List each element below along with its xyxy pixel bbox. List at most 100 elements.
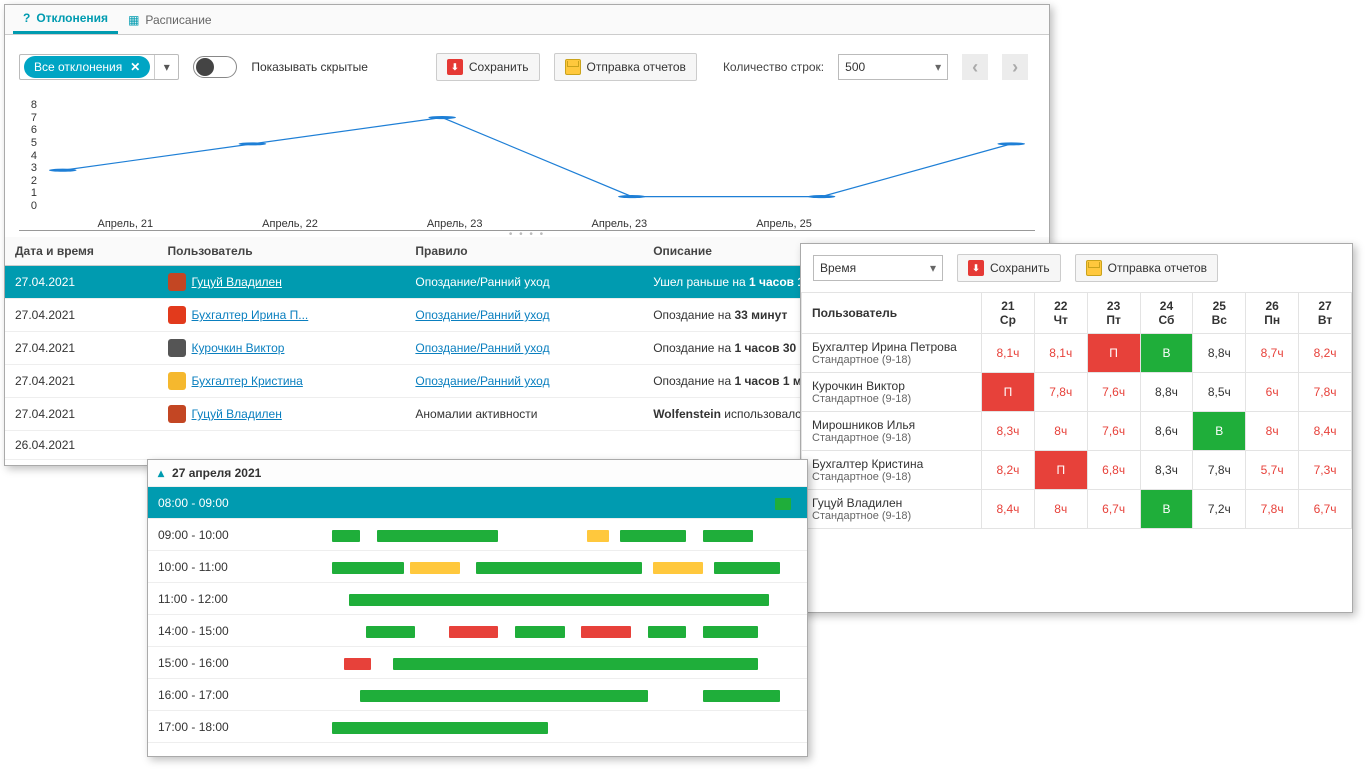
timeline-row[interactable]: 08:00 - 09:00 — [148, 487, 807, 519]
cell-day[interactable]: 8,3ч — [982, 412, 1035, 451]
rule-link[interactable]: Опоздание/Ранний уход — [415, 374, 549, 388]
cell-day[interactable]: 8,3ч — [1140, 451, 1193, 490]
show-hidden-toggle[interactable] — [193, 56, 237, 78]
cell-day[interactable]: 8ч — [1246, 412, 1299, 451]
col-user[interactable]: Пользователь — [158, 237, 406, 266]
cell-day[interactable]: 8,6ч — [1140, 412, 1193, 451]
cell-day[interactable]: П — [982, 373, 1035, 412]
timeline-row[interactable]: 15:00 - 16:00 — [148, 647, 807, 679]
cell-day[interactable]: 8,4ч — [982, 490, 1035, 529]
cell-day[interactable]: В — [1140, 334, 1193, 373]
cell-day[interactable]: 8,8ч — [1193, 334, 1246, 373]
user-link[interactable]: Гуцуй Владилен — [192, 275, 282, 289]
cell-day[interactable]: 7,3ч — [1299, 451, 1352, 490]
cell-rule: Опоздание/Ранний уход — [405, 299, 643, 332]
rows-select[interactable]: 500 ▾ — [838, 54, 948, 80]
tab-schedule[interactable]: ▦ Расписание — [118, 5, 222, 34]
cell-day[interactable]: 7,8ч — [1299, 373, 1352, 412]
col-day[interactable]: 27Вт — [1299, 293, 1352, 334]
chevron-down-icon[interactable]: ▾ — [154, 55, 178, 79]
col-day[interactable]: 22Чт — [1034, 293, 1087, 334]
cell-day[interactable]: П — [1034, 451, 1087, 490]
user-link[interactable]: Курочкин Виктор — [192, 341, 285, 355]
cell-day[interactable]: 7,2ч — [1193, 490, 1246, 529]
user-link[interactable]: Гуцуй Владилен — [192, 407, 282, 421]
timeline-track — [244, 654, 797, 672]
cell-day[interactable]: П — [1087, 334, 1140, 373]
save-button[interactable]: ⬇ Сохранить — [436, 53, 540, 81]
timeline-segment — [620, 530, 686, 542]
cell-user: Бухгалтер Кристина — [158, 365, 406, 398]
cell-day[interactable]: 6,7ч — [1299, 490, 1352, 529]
cell-day[interactable]: 8,5ч — [1193, 373, 1246, 412]
timeline-segment — [476, 562, 642, 574]
timeline-row[interactable]: 16:00 - 17:00 — [148, 679, 807, 711]
cell-user: Бухгалтер Ирина ПетроваСтандартное (9-18… — [802, 334, 982, 373]
cell-day[interactable]: 8,8ч — [1140, 373, 1193, 412]
cell-day[interactable]: 8ч — [1034, 490, 1087, 529]
cell-day[interactable]: 7,8ч — [1034, 373, 1087, 412]
cell-day[interactable]: 8,4ч — [1299, 412, 1352, 451]
col-user[interactable]: Пользователь — [802, 293, 982, 334]
chart-plot-area — [43, 101, 1031, 212]
col-day[interactable]: 26Пн — [1246, 293, 1299, 334]
timeline-row[interactable]: 09:00 - 10:00 — [148, 519, 807, 551]
filter-chip[interactable]: Все отклонения ✕ — [24, 56, 150, 78]
timeline-date-header[interactable]: ▴ 27 апреля 2021 — [148, 460, 807, 487]
cell-rule: Опоздание/Ранний уход — [405, 332, 643, 365]
page-prev-button[interactable]: ‹ — [962, 54, 988, 80]
schedule-send-button[interactable]: Отправка отчетов — [1075, 254, 1218, 282]
user-link[interactable]: Бухгалтер Кристина — [192, 374, 303, 388]
cell-day[interactable]: 6,7ч — [1087, 490, 1140, 529]
timeline-row[interactable]: 14:00 - 15:00 — [148, 615, 807, 647]
cell-day[interactable]: 8,2ч — [1299, 334, 1352, 373]
col-date[interactable]: Дата и время — [5, 237, 158, 266]
cell-day[interactable]: 8,1ч — [982, 334, 1035, 373]
table-row[interactable]: Гуцуй ВладиленСтандартное (9-18)8,4ч8ч6,… — [802, 490, 1352, 529]
timeline-row[interactable]: 17:00 - 18:00 — [148, 711, 807, 743]
page-next-button[interactable]: › — [1002, 54, 1028, 80]
tab-deviations[interactable]: ? Отклонения — [13, 5, 118, 34]
cell-day[interactable]: 8ч — [1034, 412, 1087, 451]
schedule-save-button[interactable]: ⬇ Сохранить — [957, 254, 1061, 282]
table-row[interactable]: Мирошников ИльяСтандартное (9-18)8,3ч8ч7… — [802, 412, 1352, 451]
avatar-icon — [168, 306, 186, 324]
cell-user: Гуцуй Владилен — [158, 398, 406, 431]
timeline-segment — [410, 562, 460, 574]
timeline-label: 15:00 - 16:00 — [158, 656, 238, 670]
col-day[interactable]: 25Вс — [1193, 293, 1246, 334]
cell-day[interactable]: 8,7ч — [1246, 334, 1299, 373]
cell-day[interactable]: 8,1ч — [1034, 334, 1087, 373]
schedule-mode-select[interactable]: Время ▾ — [813, 255, 943, 281]
table-row[interactable]: Бухгалтер КристинаСтандартное (9-18)8,2ч… — [802, 451, 1352, 490]
user-link[interactable]: Бухгалтер Ирина П... — [192, 308, 309, 322]
close-icon[interactable]: ✕ — [130, 60, 140, 74]
cell-day[interactable]: 6,8ч — [1087, 451, 1140, 490]
toolbar: Все отклонения ✕ ▾ Показывать скрытые ⬇ … — [5, 35, 1049, 99]
cell-day[interactable]: 5,7ч — [1246, 451, 1299, 490]
col-rule[interactable]: Правило — [405, 237, 643, 266]
timeline-segment — [449, 626, 499, 638]
timeline-row[interactable]: 10:00 - 11:00 — [148, 551, 807, 583]
cell-day[interactable]: 7,6ч — [1087, 373, 1140, 412]
table-row[interactable]: Курочкин ВикторСтандартное (9-18)П7,8ч7,… — [802, 373, 1352, 412]
cell-day[interactable]: В — [1140, 490, 1193, 529]
cell-day[interactable]: 6ч — [1246, 373, 1299, 412]
cell-day[interactable]: 8,2ч — [982, 451, 1035, 490]
col-day[interactable]: 24Сб — [1140, 293, 1193, 334]
send-reports-button[interactable]: Отправка отчетов — [554, 53, 697, 81]
cell-day[interactable]: 7,6ч — [1087, 412, 1140, 451]
filter-select[interactable]: Все отклонения ✕ ▾ — [19, 54, 179, 80]
rule-link[interactable]: Опоздание/Ранний уход — [415, 308, 549, 322]
rule-link[interactable]: Опоздание/Ранний уход — [415, 341, 549, 355]
col-day[interactable]: 21Ср — [982, 293, 1035, 334]
cell-day[interactable]: 7,8ч — [1193, 451, 1246, 490]
cell-day[interactable]: В — [1193, 412, 1246, 451]
timeline-label: 17:00 - 18:00 — [158, 720, 238, 734]
timeline-row[interactable]: 11:00 - 12:00 — [148, 583, 807, 615]
table-row[interactable]: Бухгалтер Ирина ПетроваСтандартное (9-18… — [802, 334, 1352, 373]
timeline-segment — [393, 658, 758, 670]
cell-day[interactable]: 7,8ч — [1246, 490, 1299, 529]
timeline-track — [244, 718, 797, 736]
col-day[interactable]: 23Пт — [1087, 293, 1140, 334]
